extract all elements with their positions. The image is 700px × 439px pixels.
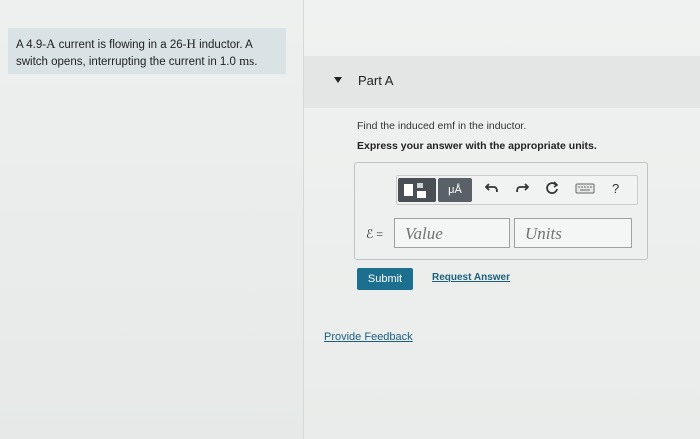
template-square [417, 183, 423, 188]
templates-icon[interactable] [398, 178, 436, 202]
provide-feedback-link[interactable]: Provide Feedback [324, 331, 413, 343]
submit-button[interactable]: Submit [357, 268, 413, 290]
template-square [417, 191, 426, 198]
undo-icon[interactable] [484, 181, 499, 199]
emf-symbol: ℰ = [366, 227, 384, 241]
units-input[interactable]: Units [514, 218, 632, 248]
collapse-triangle-icon[interactable] [334, 77, 342, 83]
instruction-text: Express your answer with the appropriate… [357, 140, 597, 152]
time-unit: ms [239, 53, 255, 68]
request-answer-link[interactable]: Request Answer [432, 272, 510, 283]
problem-text: . [254, 56, 258, 68]
inductance-unit: H [186, 36, 196, 51]
problem-text: current is flowing in a 26- [55, 39, 187, 51]
units-icon[interactable]: μÅ [438, 178, 472, 202]
problem-statement: A 4.9-A current is flowing in a 26-H ind… [8, 28, 286, 74]
help-icon[interactable]: ? [612, 181, 619, 197]
template-square [404, 184, 413, 196]
value-input[interactable]: Value [394, 218, 510, 248]
problem-text: A 4.9- [16, 39, 47, 51]
question-text: Find the induced emf in the inductor. [357, 120, 527, 132]
keyboard-icon[interactable] [575, 181, 595, 199]
reset-icon[interactable] [545, 181, 559, 199]
redo-icon[interactable] [515, 181, 530, 199]
part-title: Part A [358, 73, 394, 88]
